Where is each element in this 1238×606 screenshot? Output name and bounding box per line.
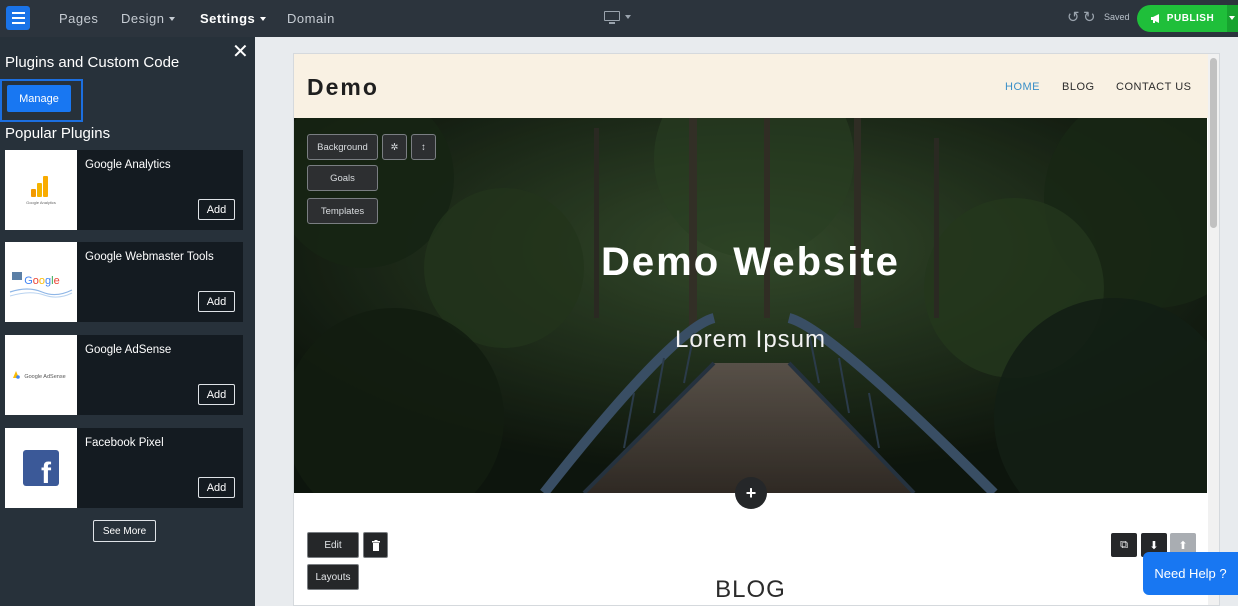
copy-icon[interactable]: ⧉ (1111, 533, 1137, 557)
close-icon[interactable]: ✕ (232, 42, 249, 62)
popular-plugins-heading: Popular Plugins (5, 125, 111, 142)
plugin-name: Google Webmaster Tools (85, 251, 214, 263)
background-button[interactable]: Background (307, 134, 378, 160)
menu-pages-label: Pages (59, 11, 99, 26)
chevron-down-icon (260, 16, 267, 21)
nav-blog[interactable]: BLOG (1062, 81, 1095, 93)
add-section-button[interactable]: + (735, 477, 767, 509)
plugin-name: Google AdSense (85, 344, 172, 356)
preview-scrollbar[interactable] (1208, 54, 1219, 605)
hero-title[interactable]: Demo Website (294, 240, 1207, 285)
nav-contact-us[interactable]: CONTACT US (1116, 81, 1192, 93)
undo-icon[interactable]: ↺ (1067, 9, 1080, 27)
saved-status: Saved (1104, 12, 1130, 22)
menu-domain[interactable]: Domain (287, 0, 335, 37)
menu-design-label: Design (121, 11, 165, 26)
publish-options-button[interactable] (1227, 5, 1238, 32)
nav-home[interactable]: HOME (1005, 81, 1040, 93)
google-adsense-logo: Google AdSense (5, 335, 77, 415)
menu-design[interactable]: Design (121, 0, 176, 37)
site-logo[interactable]: Demo (307, 74, 379, 101)
redo-icon[interactable]: ↻ (1083, 9, 1096, 27)
megaphone-icon (1150, 14, 1159, 23)
google-webmaster-logo: Google (5, 242, 77, 322)
see-more-button[interactable]: See More (93, 520, 156, 542)
hero-section[interactable]: Demo Website Lorem Ipsum Background ✲ ↕ … (294, 118, 1207, 493)
sidebar-title: Plugins and Custom Code (5, 54, 180, 71)
site-header: Demo HOME BLOG CONTACT US (294, 54, 1219, 118)
need-help-button[interactable]: Need Help ? (1143, 552, 1238, 595)
templates-button[interactable]: Templates (307, 198, 378, 224)
chevron-down-icon (169, 16, 176, 21)
plugin-card-facebook-pixel: f Facebook Pixel Add (5, 428, 243, 508)
forest-bridge-image (294, 118, 1207, 493)
desktop-view-icon[interactable] (604, 10, 632, 26)
blog-section-title[interactable]: BLOG (294, 576, 1207, 604)
edit-button[interactable]: Edit (307, 532, 359, 558)
plugin-card-google-analytics: Google Analytics Google Analytics Add (5, 150, 243, 230)
menu-settings[interactable]: Settings (200, 0, 267, 37)
plugin-card-google-webmaster-tools: Google Google Webmaster Tools Add (5, 242, 243, 322)
google-analytics-logo: Google Analytics (5, 150, 77, 230)
svg-text:Google AdSense: Google AdSense (24, 374, 65, 380)
add-facebook-pixel-button[interactable]: Add (198, 477, 235, 498)
publish-button[interactable]: PUBLISH (1137, 5, 1227, 32)
top-bar: Pages Design Settings Domain ↺ ↻ Saved P… (0, 0, 1238, 37)
menu-settings-label: Settings (200, 11, 256, 26)
svg-text:Google: Google (24, 275, 60, 287)
svg-text:Google Analytics: Google Analytics (26, 200, 56, 205)
publish-label: PUBLISH (1166, 13, 1215, 24)
gear-icon[interactable]: ✲ (382, 134, 407, 160)
website-preview: Demo HOME BLOG CONTACT US Demo Website L… (293, 53, 1220, 606)
add-google-webmaster-tools-button[interactable]: Add (198, 291, 235, 312)
manage-button[interactable]: Manage (7, 85, 71, 112)
manage-highlight: Manage (0, 79, 83, 122)
app-menu-icon[interactable] (6, 6, 30, 30)
plugin-card-google-adsense: Google AdSense Google AdSense Add (5, 335, 243, 415)
goals-button[interactable]: Goals (307, 165, 378, 191)
trash-icon[interactable] (363, 532, 388, 558)
svg-text:f: f (41, 457, 52, 486)
add-google-analytics-button[interactable]: Add (198, 199, 235, 220)
plugin-name: Facebook Pixel (85, 437, 164, 449)
plugin-name: Google Analytics (85, 159, 171, 171)
resize-icon[interactable]: ↕ (411, 134, 436, 160)
menu-pages[interactable]: Pages (59, 0, 98, 37)
menu-domain-label: Domain (287, 11, 335, 26)
add-google-adsense-button[interactable]: Add (198, 384, 235, 405)
facebook-logo: f (5, 428, 77, 508)
scrollbar-thumb[interactable] (1210, 58, 1217, 228)
hero-subtitle[interactable]: Lorem Ipsum (294, 326, 1207, 354)
